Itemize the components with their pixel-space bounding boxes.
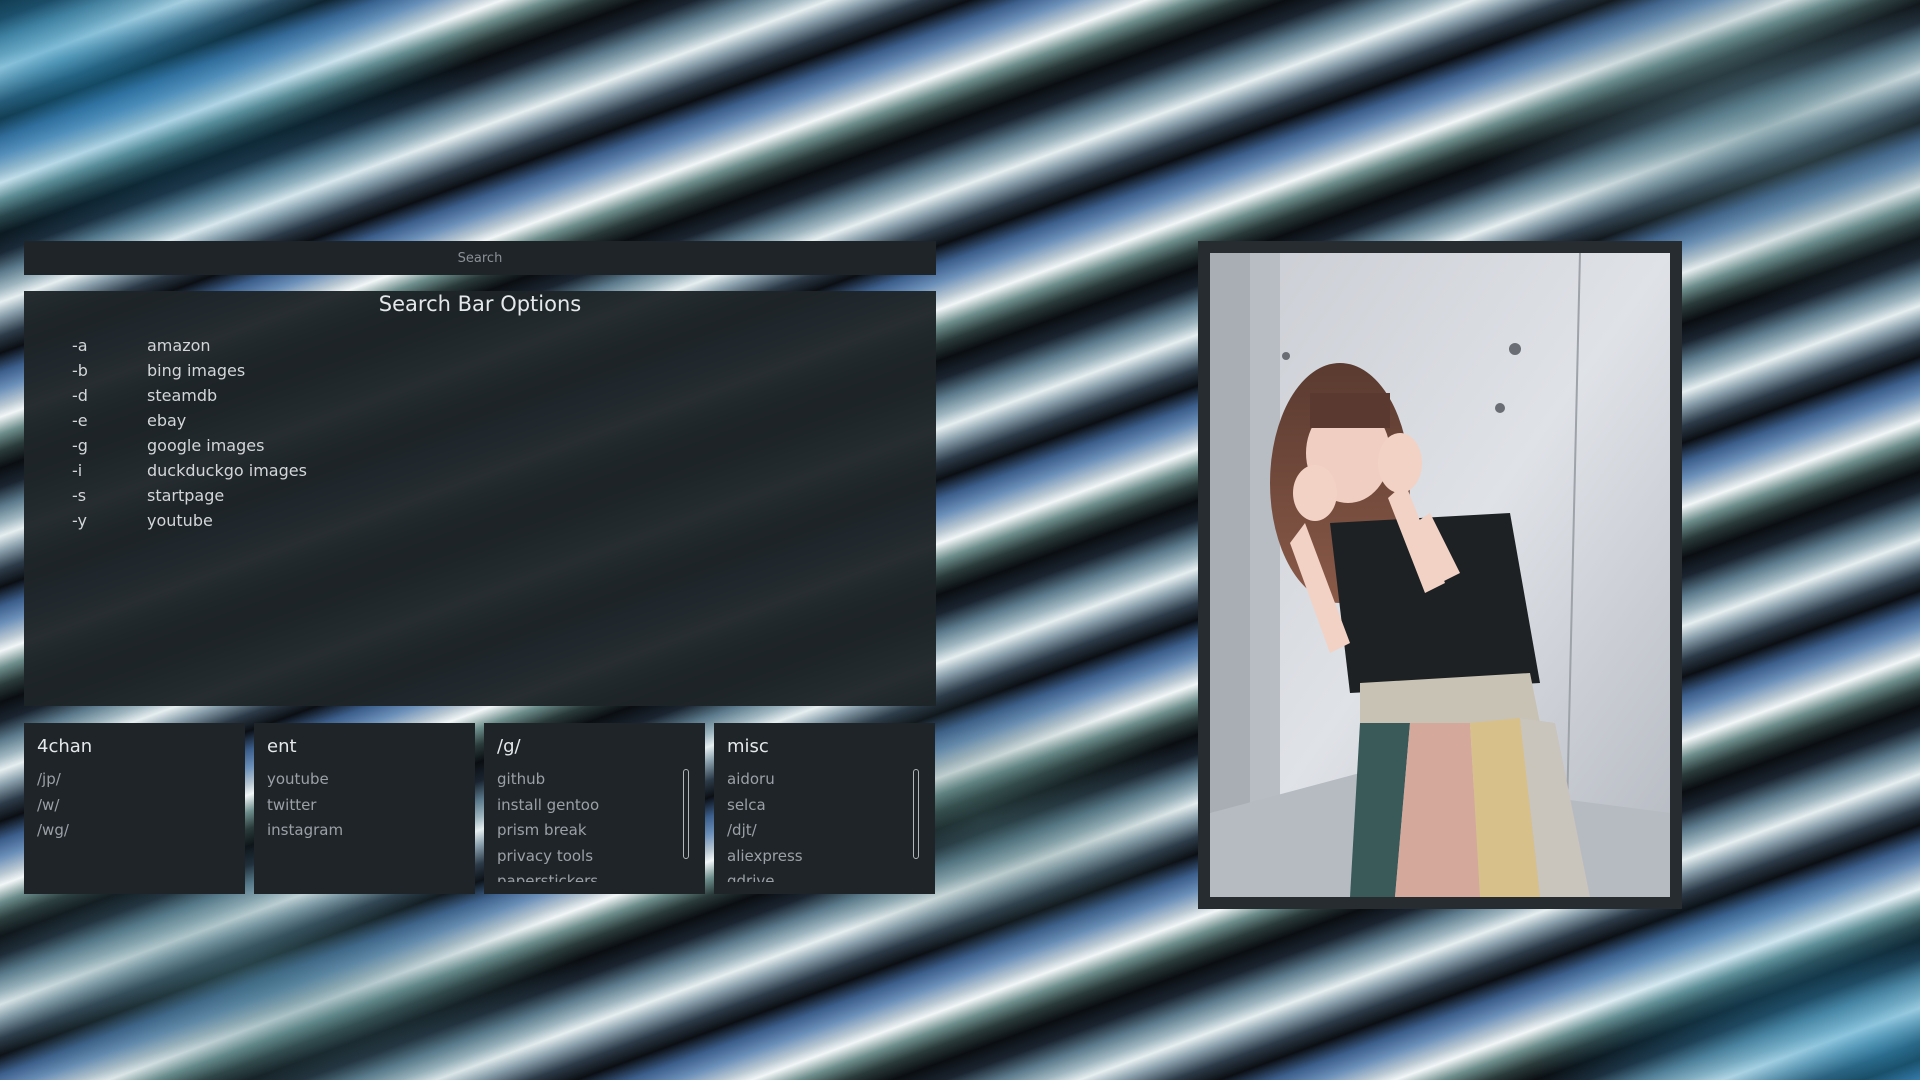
card-links: /jp/ /w/ /wg/	[37, 767, 245, 882]
link-prism-break[interactable]: prism break	[497, 818, 705, 844]
card-links: aidoru selca /djt/ aliexpress gdrive	[727, 767, 935, 882]
card-g: /g/ github install gentoo prism break pr…	[484, 723, 705, 894]
option-site: startpage	[147, 486, 225, 505]
option-item-ebay: -e ebay	[72, 408, 307, 433]
portrait-photo	[1210, 253, 1670, 897]
card-4chan: 4chan /jp/ /w/ /wg/	[24, 723, 245, 894]
option-site: google images	[147, 436, 265, 455]
option-flag: -s	[72, 486, 87, 505]
card-links: github install gentoo prism break privac…	[497, 767, 705, 882]
card-links: youtube twitter instagram	[267, 767, 475, 882]
option-site: amazon	[147, 336, 211, 355]
option-item-duckduckgo-images: -i duckduckgo images	[72, 458, 307, 483]
options-title: Search Bar Options	[378, 292, 582, 316]
link-aliexpress[interactable]: aliexpress	[727, 844, 935, 870]
option-item-bing-images: -b bing images	[72, 358, 307, 383]
link-paperstickers[interactable]: paperstickers	[497, 869, 705, 882]
card-title: misc	[727, 736, 769, 757]
option-site: youtube	[147, 511, 213, 530]
option-flag: -g	[72, 436, 88, 455]
link-aidoru[interactable]: aidoru	[727, 767, 935, 793]
photo-frame	[1198, 241, 1682, 909]
link-install-gentoo[interactable]: install gentoo	[497, 793, 705, 819]
option-site: duckduckgo images	[147, 461, 307, 480]
card-misc: misc aidoru selca /djt/ aliexpress gdriv…	[714, 723, 935, 894]
link-privacy-tools[interactable]: privacy tools	[497, 844, 705, 870]
bookmark-cards: 4chan /jp/ /w/ /wg/ ent youtube twitter …	[24, 723, 936, 894]
option-flag: -a	[72, 336, 88, 355]
search-input[interactable]	[24, 240, 936, 276]
options-list: -a amazon -b bing images -d steamdb -e e…	[72, 333, 307, 533]
link-twitter[interactable]: twitter	[267, 793, 475, 819]
link-w[interactable]: /w/	[37, 793, 245, 819]
link-jp[interactable]: /jp/	[37, 767, 245, 793]
search-bar[interactable]	[24, 240, 936, 276]
option-item-amazon: -a amazon	[72, 333, 307, 358]
card-title: /g/	[497, 736, 521, 757]
card-title: ent	[267, 736, 297, 757]
option-flag: -y	[72, 511, 87, 530]
link-github[interactable]: github	[497, 767, 705, 793]
option-item-steamdb: -d steamdb	[72, 383, 307, 408]
option-flag: -d	[72, 386, 88, 405]
option-site: ebay	[147, 411, 187, 430]
link-djt[interactable]: /djt/	[727, 818, 935, 844]
option-flag: -b	[72, 361, 88, 380]
link-instagram[interactable]: instagram	[267, 818, 475, 844]
link-gdrive[interactable]: gdrive	[727, 869, 935, 882]
link-wg[interactable]: /wg/	[37, 818, 245, 844]
option-flag: -e	[72, 411, 88, 430]
link-youtube[interactable]: youtube	[267, 767, 475, 793]
scrollbar[interactable]	[913, 769, 919, 859]
card-title: 4chan	[37, 736, 93, 757]
search-options-panel: Search Bar Options -a amazon -b bing ima…	[24, 291, 936, 706]
option-item-google-images: -g google images	[72, 433, 307, 458]
scrollbar[interactable]	[683, 769, 689, 859]
option-item-youtube: -y youtube	[72, 508, 307, 533]
option-site: steamdb	[147, 386, 218, 405]
option-item-startpage: -s startpage	[72, 483, 307, 508]
option-flag: -i	[72, 461, 83, 480]
option-site: bing images	[147, 361, 246, 380]
card-ent: ent youtube twitter instagram	[254, 723, 475, 894]
link-selca[interactable]: selca	[727, 793, 935, 819]
